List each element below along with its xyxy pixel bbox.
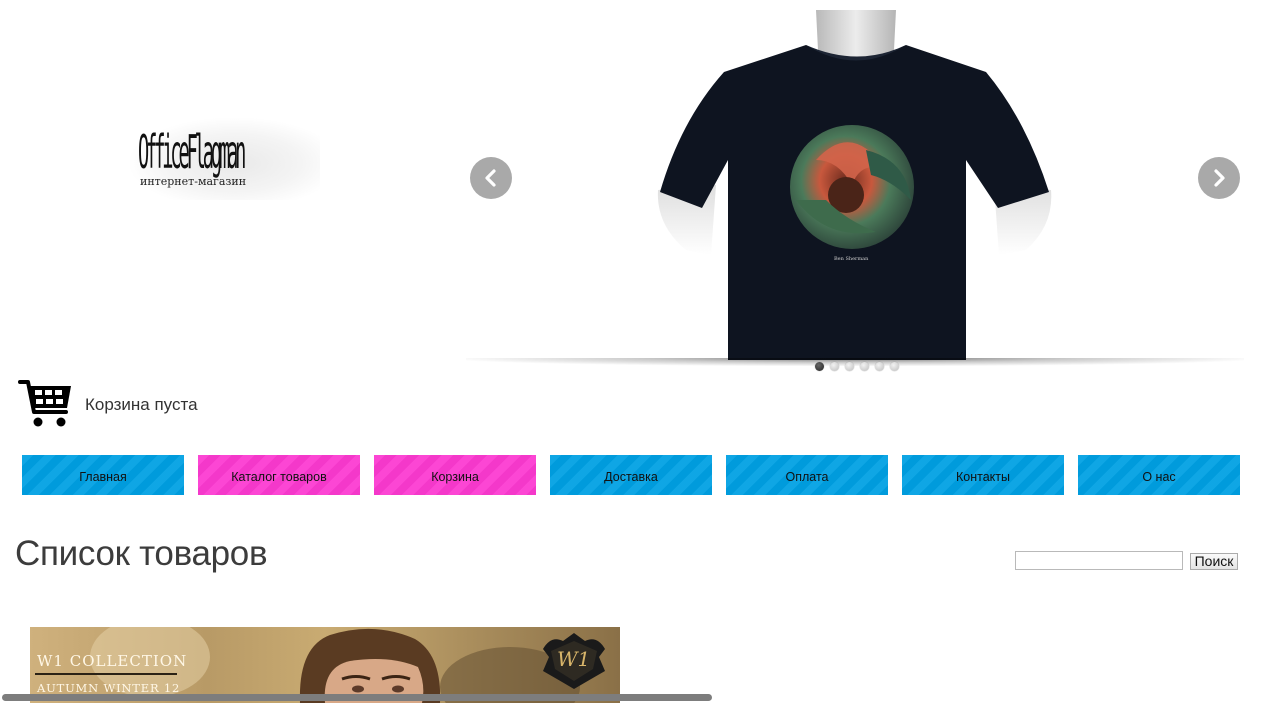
- slider-dot[interactable]: [875, 362, 884, 371]
- slider-shadow: [466, 358, 1244, 366]
- product-image[interactable]: W1 COLLECTION AUTUMN WINTER 12 W1: [30, 627, 620, 703]
- slider-dot[interactable]: [860, 362, 869, 371]
- svg-text:Ben Sherman: Ben Sherman: [834, 256, 869, 262]
- chevron-left-icon: [485, 169, 496, 187]
- menu-item-cart[interactable]: Корзина: [374, 455, 536, 495]
- banner-divider: [35, 673, 177, 675]
- logo-name: OfficeFlagman: [138, 126, 246, 181]
- slider-dot[interactable]: [830, 362, 839, 371]
- page-title: Список товаров: [15, 534, 268, 573]
- banner-season-text: AUTUMN WINTER 12: [37, 681, 181, 695]
- slider-dot[interactable]: [890, 362, 899, 371]
- search-button[interactable]: Поиск: [1190, 553, 1238, 570]
- menu-item-contacts[interactable]: Контакты: [902, 455, 1064, 495]
- slider-prev-button[interactable]: [470, 157, 512, 199]
- menu-item-payment[interactable]: Оплата: [726, 455, 888, 495]
- hero-slider[interactable]: Ben Sherman: [466, 10, 1244, 360]
- t-shirt-photo: Ben Sherman: [466, 10, 1052, 360]
- shopping-cart-icon: [18, 380, 71, 427]
- menu-item-delivery[interactable]: Доставка: [550, 455, 712, 495]
- cart-widget[interactable]: Корзина пуста: [18, 378, 278, 430]
- slider-next-button[interactable]: [1198, 157, 1240, 199]
- search-input[interactable]: [1015, 551, 1183, 570]
- emblem-text: W1: [557, 647, 591, 671]
- menu-item-catalog[interactable]: Каталог товаров: [198, 455, 360, 495]
- logo-tagline: интернет-магазин: [140, 175, 247, 188]
- menu-item-home[interactable]: Главная: [22, 455, 184, 495]
- banner-collection-text: W1 COLLECTION: [37, 652, 188, 670]
- cart-status[interactable]: Корзина пуста: [85, 395, 198, 415]
- slider-dot[interactable]: [845, 362, 854, 371]
- site-logo[interactable]: OfficeFlagman интернет-магазин: [130, 118, 320, 200]
- chevron-right-icon: [1214, 169, 1225, 187]
- horizontal-scrollbar[interactable]: [2, 694, 712, 701]
- slider-dot[interactable]: [815, 362, 824, 371]
- menu-item-about[interactable]: О нас: [1078, 455, 1240, 495]
- brand-emblem: W1: [535, 631, 613, 691]
